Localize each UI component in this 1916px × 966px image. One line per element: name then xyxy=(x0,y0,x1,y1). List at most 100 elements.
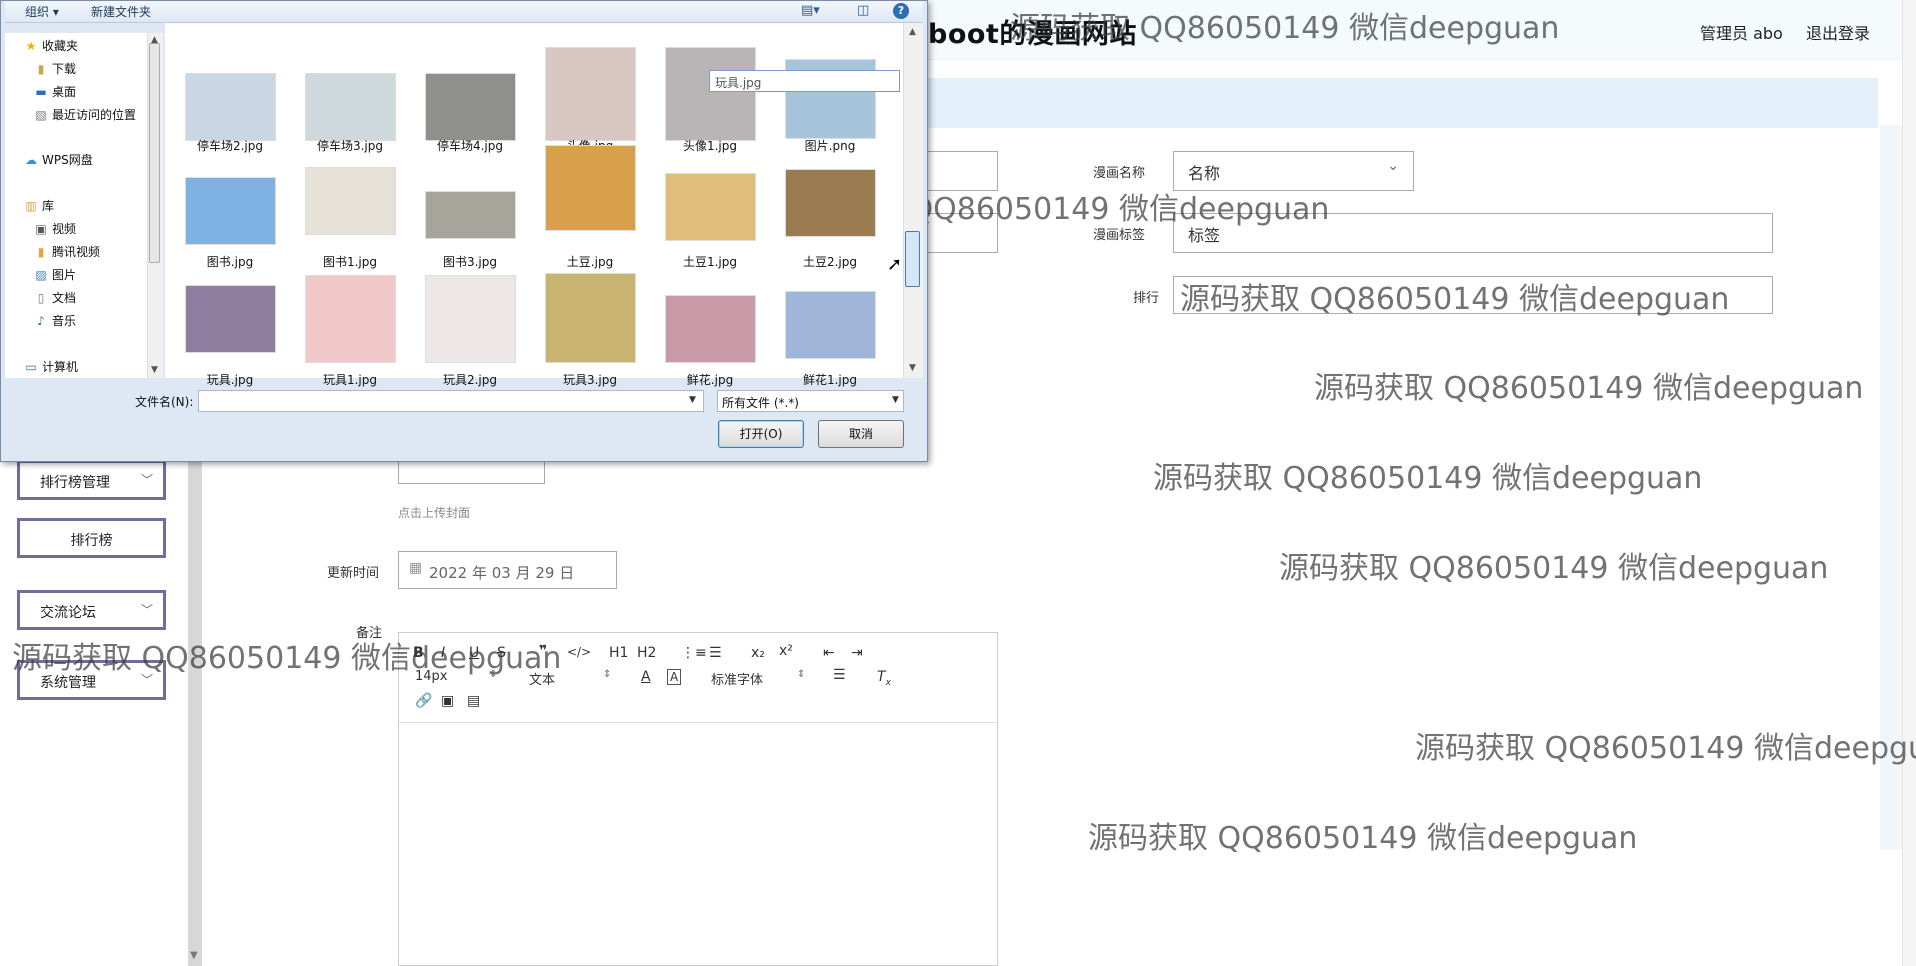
scroll-down-arrow-icon[interactable]: ▼ xyxy=(151,365,158,375)
computer-icon: ▭ xyxy=(25,360,37,374)
file-item[interactable]: 图书1.jpg xyxy=(287,153,407,269)
align-icon[interactable]: ☰ xyxy=(833,667,846,683)
file-name: 玩具.jpg xyxy=(206,373,254,387)
sidebar-item-forum[interactable]: 交流论坛 ﹀ xyxy=(17,590,166,630)
file-item[interactable]: 图片.png xyxy=(767,37,887,153)
bullet-list-button[interactable]: ☰ xyxy=(709,645,722,661)
nav-item-music[interactable]: ♪ 音乐 xyxy=(33,312,76,329)
comic-tag-label: 漫画标签 xyxy=(1093,228,1146,243)
background-color-icon[interactable]: A xyxy=(667,669,682,685)
nav-scrollbar-thumb[interactable] xyxy=(149,43,160,263)
superscript-button[interactable]: x² xyxy=(779,643,793,659)
dropdown-arrow-icon[interactable]: ▼ xyxy=(892,395,899,405)
subscript-button[interactable]: x₂ xyxy=(751,645,765,661)
desktop-icon: ▬ xyxy=(35,85,47,99)
link-icon[interactable]: 🔗 xyxy=(415,693,432,709)
main-scrollbar[interactable] xyxy=(188,450,202,966)
nav-item-desktop[interactable]: ▬ 桌面 xyxy=(33,83,76,100)
rich-text-editor[interactable]: B I U S ❞ </> H1 H2 ⋮≡ ☰ x₂ x² ⇤ ⇥ 14px … xyxy=(398,632,998,966)
scroll-up-arrow-icon[interactable]: ▲ xyxy=(151,35,158,45)
logout-link[interactable]: 退出登录 xyxy=(1806,20,1870,44)
nav-item-favorites[interactable]: ★ 收藏夹 xyxy=(23,37,78,54)
sidebar-item-ranking-manage[interactable]: 排行榜管理 ﹀ xyxy=(17,460,166,500)
nav-item-wps[interactable]: ☁ WPS网盘 xyxy=(23,151,93,168)
file-item[interactable]: 鲜花.jpg xyxy=(647,271,767,387)
file-item[interactable]: 鲜花1.jpg xyxy=(767,271,887,387)
file-thumbnail xyxy=(545,47,636,141)
nav-item-library[interactable]: ▥ 库 xyxy=(23,197,54,214)
nav-item-downloads[interactable]: ▮ 下载 xyxy=(33,60,76,77)
comic-tag-input[interactable]: 标签 xyxy=(1173,213,1773,253)
scroll-up-arrow-icon[interactable]: ▲ xyxy=(909,27,916,37)
dropdown-arrow-icon[interactable]: ▼ xyxy=(689,395,696,405)
rank-input[interactable] xyxy=(1173,276,1773,314)
nav-item-recent[interactable]: ▧ 最近访问的位置 xyxy=(33,106,136,123)
strike-button[interactable]: S xyxy=(497,645,506,661)
file-item[interactable]: 头像.jpg xyxy=(527,37,647,153)
font-color-icon[interactable]: A xyxy=(641,669,651,685)
help-icon[interactable]: ? xyxy=(893,3,909,19)
ordered-list-button[interactable]: ⋮≡ xyxy=(681,645,707,661)
scroll-down-arrow-icon[interactable]: ▼ xyxy=(909,363,916,373)
video-icon[interactable]: ▤ xyxy=(467,693,480,709)
sidebar-item-ranking[interactable]: 排行榜 xyxy=(17,518,166,558)
chevron-down-icon: ﹀ xyxy=(140,473,153,487)
h2-button[interactable]: H2 xyxy=(637,645,656,661)
file-name: 土豆1.jpg xyxy=(682,255,738,269)
file-item[interactable]: 玩具1.jpg xyxy=(287,271,407,387)
outdent-button[interactable]: ⇤ xyxy=(823,645,835,661)
preview-pane-icon[interactable]: ◫ xyxy=(857,3,869,18)
organize-menu[interactable]: 组织 ▾ xyxy=(25,3,59,20)
file-type-filter[interactable]: 所有文件 (*.*) xyxy=(717,390,904,412)
italic-button[interactable]: I xyxy=(441,645,445,661)
comic-tag-value: 标签 xyxy=(1188,226,1221,245)
file-open-dialog: 组织 ▾ 新建文件夹 ▤▾ ◫ ? ★ 收藏夹 ▮ 下载 ▬ 桌面 ▧ 最近访问的位置 … xyxy=(0,0,928,462)
underline-button[interactable]: U xyxy=(469,645,479,661)
nav-item-videos[interactable]: ▣ 视频 xyxy=(33,220,76,237)
bold-button[interactable]: B xyxy=(413,645,424,661)
block-type-select[interactable]: 文本 xyxy=(529,669,555,688)
file-item[interactable]: 土豆2.jpg xyxy=(767,153,887,269)
update-time-input[interactable]: ▦ 2022 年 03 月 29 日 xyxy=(398,551,617,589)
file-item[interactable]: 土豆1.jpg xyxy=(647,153,767,269)
font-size-select[interactable]: 14px xyxy=(415,669,448,684)
open-button[interactable]: 打开(O) xyxy=(718,420,804,448)
clear-format-icon[interactable]: Tx xyxy=(877,669,891,688)
file-item[interactable]: 停车场3.jpg xyxy=(287,37,407,153)
blockquote-button[interactable]: ❞ xyxy=(539,643,547,659)
new-folder-button[interactable]: 新建文件夹 xyxy=(91,3,151,20)
code-button[interactable]: </> xyxy=(567,645,591,659)
file-item[interactable]: 头像1.jpg xyxy=(647,37,767,153)
sidebar-item-system[interactable]: 系统管理 ﹀ xyxy=(17,660,166,700)
file-item[interactable]: 图书.jpg xyxy=(167,153,287,269)
cancel-button[interactable]: 取消 xyxy=(818,420,904,448)
file-item[interactable]: 停车场2.jpg xyxy=(167,37,287,153)
nav-item-documents[interactable]: ▯ 文档 xyxy=(33,289,76,306)
file-item[interactable]: 玩具3.jpg xyxy=(527,271,647,387)
font-family-select[interactable]: 标准字体 xyxy=(711,669,763,688)
file-name: 土豆.jpg xyxy=(566,255,614,269)
indent-button[interactable]: ⇥ xyxy=(851,645,863,661)
sidebar-item-label: 排行榜 xyxy=(70,533,113,549)
nav-item-computer[interactable]: ▭ 计算机 xyxy=(23,358,78,375)
file-name: 图书3.jpg xyxy=(442,255,498,269)
file-item[interactable]: 停车场4.jpg xyxy=(407,37,527,153)
page-scrollbar[interactable] xyxy=(1902,0,1916,966)
file-item[interactable]: 图书3.jpg xyxy=(407,153,527,269)
file-item[interactable]: 土豆.jpg xyxy=(527,145,647,269)
filename-input[interactable] xyxy=(198,390,704,412)
nav-item-tencent-video[interactable]: ▮ 腾讯视频 xyxy=(33,243,100,260)
file-item[interactable]: 玩具2.jpg xyxy=(407,271,527,387)
comic-name-select[interactable]: 名称 ⌄ xyxy=(1173,151,1414,191)
file-list-scrollbar-thumb[interactable] xyxy=(905,231,920,287)
file-name: 图书.jpg xyxy=(206,255,254,269)
file-thumbnail xyxy=(545,273,636,363)
image-icon[interactable]: ▣ xyxy=(441,693,454,709)
file-list-scrollbar[interactable] xyxy=(903,23,923,378)
file-item[interactable]: 玩具.jpg xyxy=(167,271,287,387)
view-options-icon[interactable]: ▤▾ xyxy=(801,3,820,18)
file-thumbnail xyxy=(785,291,876,359)
nav-item-pictures[interactable]: ▨ 图片 xyxy=(33,266,76,283)
scroll-down-arrow-icon[interactable]: ▼ xyxy=(190,950,198,961)
h1-button[interactable]: H1 xyxy=(609,645,628,661)
